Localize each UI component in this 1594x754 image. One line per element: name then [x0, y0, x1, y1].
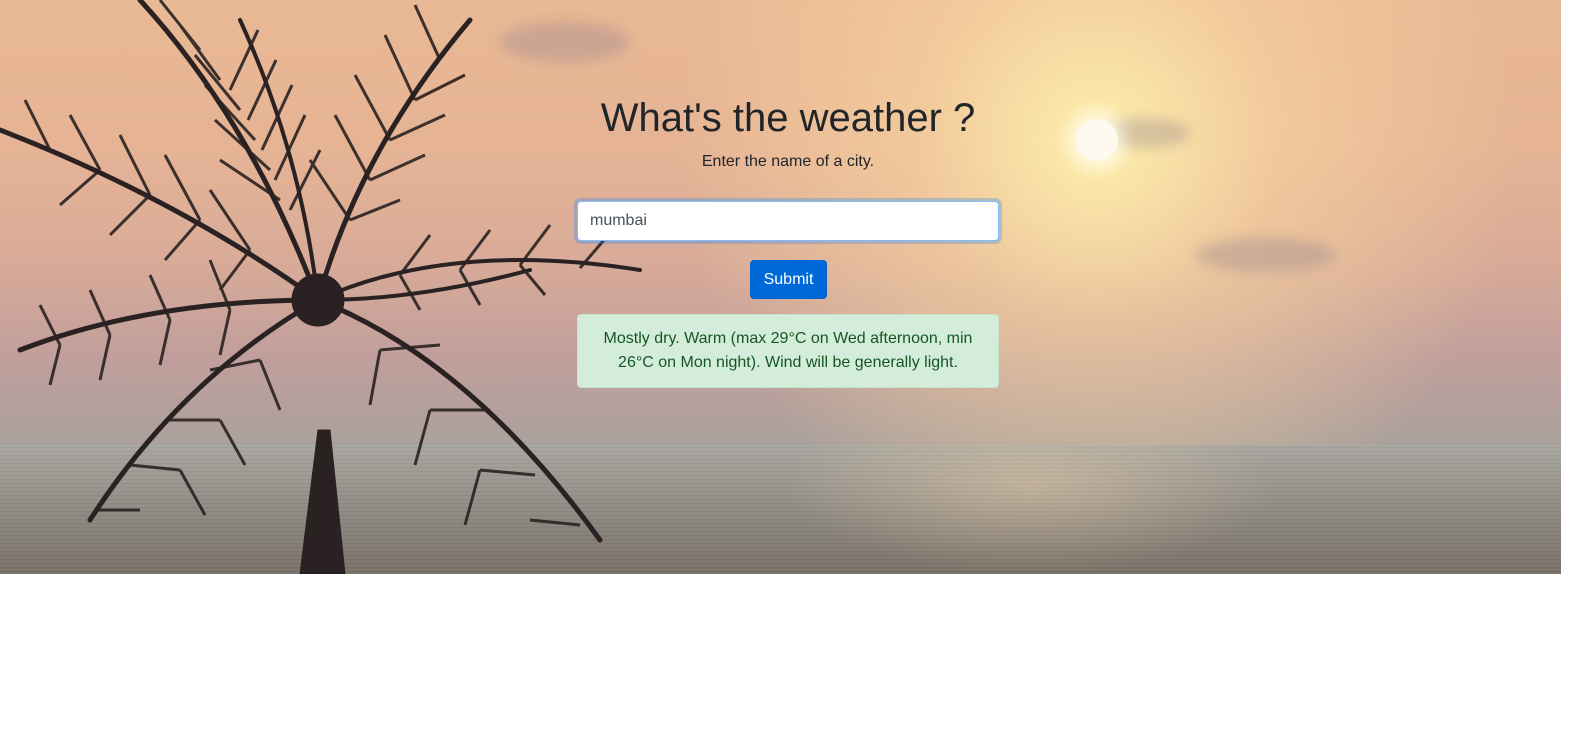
sun-reflection — [780, 445, 1280, 574]
page-subtitle: Enter the name of a city. — [701, 153, 875, 170]
palm-tree-icon — [0, 0, 642, 574]
submit-button[interactable]: Submit — [750, 260, 827, 299]
forecast-alert: Mostly dry. Warm (max 29°C on Wed aftern… — [577, 314, 999, 388]
city-input[interactable] — [577, 201, 999, 241]
page-title: What's the weather ? — [600, 96, 976, 140]
cloud — [1195, 238, 1335, 272]
sun-icon — [1076, 119, 1118, 161]
